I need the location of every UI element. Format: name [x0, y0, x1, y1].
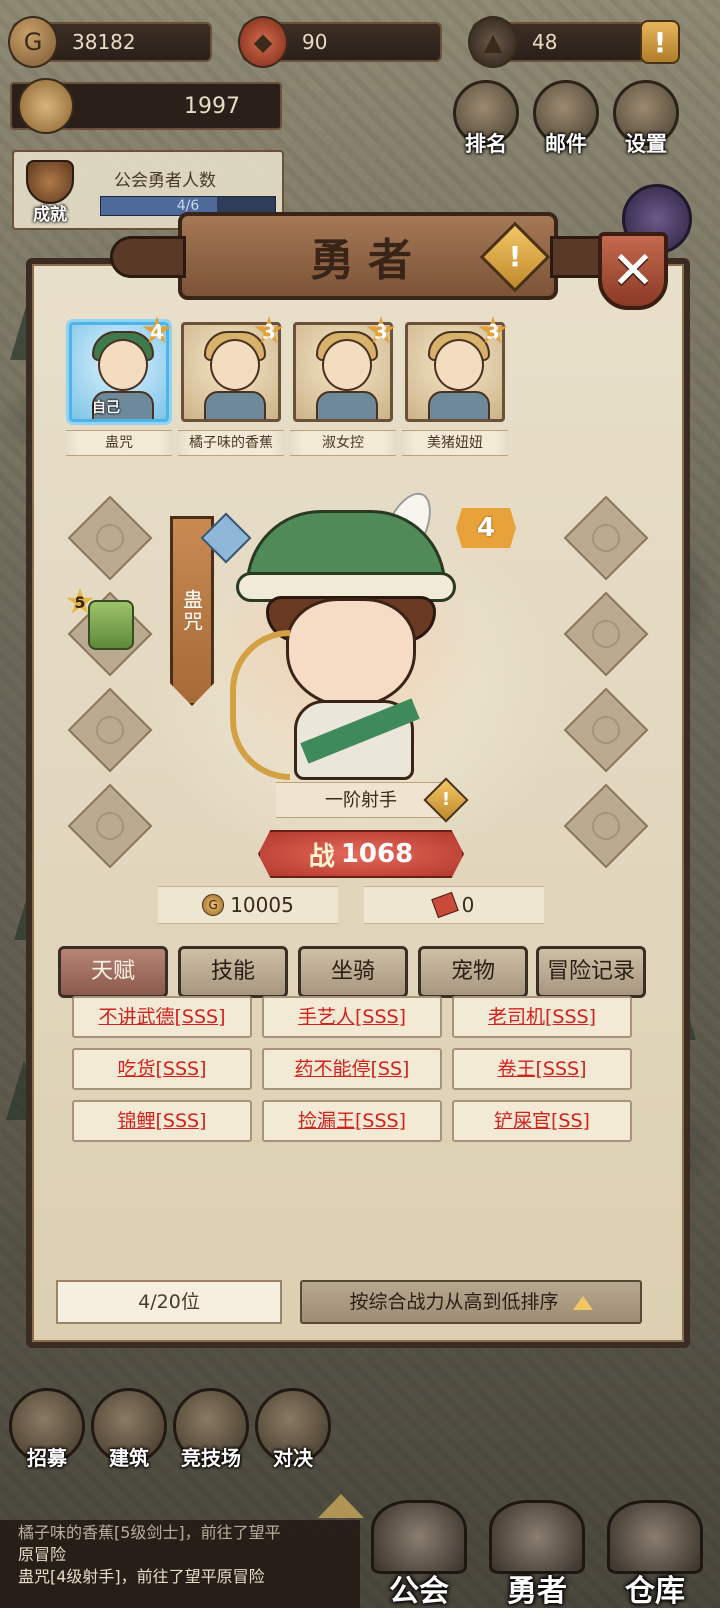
tab-skill[interactable]: 技能	[178, 946, 288, 998]
roster-count: 4/20位	[56, 1280, 282, 1324]
power-value: 1068	[340, 839, 414, 869]
mail-button[interactable]: 邮件	[526, 80, 606, 158]
talent-link[interactable]: 手艺人[SSS]	[262, 996, 442, 1038]
tab-mount[interactable]: 坐骑	[298, 946, 408, 998]
gold-resource[interactable]: G 38182	[8, 16, 212, 68]
guild-members-label: 公会勇者人数	[114, 171, 216, 191]
hero-name: 淑女控	[290, 430, 396, 456]
recruit-button[interactable]: 招募	[4, 1388, 90, 1471]
sort-button[interactable]: 按综合战力从高到低排序	[300, 1280, 642, 1324]
dialog-title: 勇者	[310, 235, 426, 286]
talent-link[interactable]: 铲屎官[SS]	[452, 1100, 632, 1142]
rank-button[interactable]: 排名	[446, 80, 526, 158]
sort-label: 按综合战力从高到低排序	[349, 1291, 559, 1313]
guild-score-bar: 1997	[10, 78, 282, 134]
hero-card[interactable]: 3 美猪妞妞	[402, 316, 508, 456]
hero-class-label: 一阶射手	[276, 782, 446, 818]
honor-resource[interactable]: ◆ 90	[238, 16, 442, 68]
log-line: 橘子味的香蕉[5级剑士]，前往了望平	[18, 1523, 281, 1542]
ticket-cost-value: 0	[461, 893, 475, 917]
duel-label: 对决	[273, 1446, 313, 1470]
dialog-title-banner: 勇者 !	[110, 212, 626, 300]
guild-hall-icon	[371, 1500, 467, 1574]
hero-card[interactable]: 3 橘子味的香蕉	[178, 316, 284, 456]
talent-link[interactable]: 锦鲤[SSS]	[72, 1100, 252, 1142]
ore-icon: ▲	[468, 16, 518, 68]
event-log: 橘子味的香蕉[5级剑士]，前往了望平 原冒险 蛊咒[4级射手]，前往了望平原冒险	[0, 1520, 360, 1608]
equipped-armor-icon[interactable]	[88, 600, 134, 650]
rank-label: 排名	[465, 132, 507, 156]
self-tag: 自己	[92, 400, 120, 416]
tab-adventure-log[interactable]: 冒险记录	[536, 946, 646, 998]
hero-card[interactable]: 自己 4 蛊咒	[66, 316, 172, 456]
notice-alert-button[interactable]: !	[640, 20, 680, 64]
main-tab-label: 勇者	[507, 1574, 567, 1608]
gold-coin-icon: G	[202, 894, 225, 916]
main-tab-heroes[interactable]: 勇者	[478, 1500, 596, 1608]
achievement-shield-icon	[26, 160, 74, 204]
gold-coin-icon: G	[8, 16, 58, 68]
talent-link[interactable]: 卷王[SSS]	[452, 1048, 632, 1090]
warehouse-icon	[607, 1500, 703, 1574]
talent-link[interactable]: 捡漏王[SSS]	[262, 1100, 442, 1142]
hero-name: 蛊咒	[66, 430, 172, 456]
settings-label: 设置	[625, 132, 667, 156]
close-button[interactable]: ✕	[598, 232, 668, 310]
main-tab-guild[interactable]: 公会	[360, 1500, 478, 1608]
talent-link[interactable]: 药不能停[SS]	[262, 1048, 442, 1090]
guild-crest-icon	[18, 78, 74, 134]
guild-score-value: 1997	[184, 93, 240, 119]
talent-link[interactable]: 老司机[SSS]	[452, 996, 632, 1038]
hero-name: 美猪妞妞	[402, 430, 508, 456]
arrow-up-icon	[572, 1295, 593, 1310]
ticket-cost: 0	[364, 886, 544, 924]
tab-talent[interactable]: 天赋	[58, 946, 168, 998]
combat-power-badge: 战 1068	[258, 830, 464, 878]
mail-label: 邮件	[545, 132, 587, 156]
ticket-icon	[430, 891, 459, 919]
recruit-label: 招募	[27, 1446, 67, 1470]
power-label: 战	[308, 841, 335, 872]
hero-character-art	[206, 485, 486, 790]
achievement-label: 成就	[33, 205, 67, 225]
arena-label: 竞技场	[181, 1446, 241, 1470]
gold-cost-value: 10005	[230, 893, 294, 917]
log-line: 蛊咒[4级射手]，前往了望平原冒险	[18, 1567, 265, 1586]
main-tab-warehouse[interactable]: 仓库	[596, 1500, 714, 1608]
stone-value: 48	[532, 30, 558, 54]
hero-level-badge: 4	[456, 508, 516, 548]
talent-link[interactable]: 吃货[SSS]	[72, 1048, 252, 1090]
hero-card[interactable]: 3 淑女控	[290, 316, 396, 456]
helmet-icon	[489, 1500, 585, 1574]
gold-value: 38182	[72, 30, 136, 54]
selected-hero-name: 蛊咒	[179, 589, 204, 633]
close-icon: ✕	[611, 241, 655, 301]
dialog-info-button[interactable]: !	[479, 221, 551, 293]
tab-pet[interactable]: 宠物	[418, 946, 528, 998]
duel-button[interactable]: 对决	[250, 1388, 336, 1471]
arena-button[interactable]: 竞技场	[168, 1388, 254, 1471]
log-line: 原冒险	[18, 1545, 67, 1564]
hero-name: 橘子味的香蕉	[178, 430, 284, 456]
achievement-button[interactable]: 成就	[22, 160, 78, 225]
honor-value: 90	[302, 30, 328, 54]
building-label: 建筑	[109, 1446, 149, 1470]
talent-link[interactable]: 不讲武德[SSS]	[72, 996, 252, 1038]
building-button[interactable]: 建筑	[86, 1388, 172, 1471]
settings-button[interactable]: 设置	[606, 80, 686, 158]
main-tab-label: 公会	[389, 1574, 449, 1608]
main-tab-label: 仓库	[625, 1574, 685, 1608]
gold-cost: G 10005	[158, 886, 338, 924]
honor-shield-icon: ◆	[238, 16, 288, 68]
